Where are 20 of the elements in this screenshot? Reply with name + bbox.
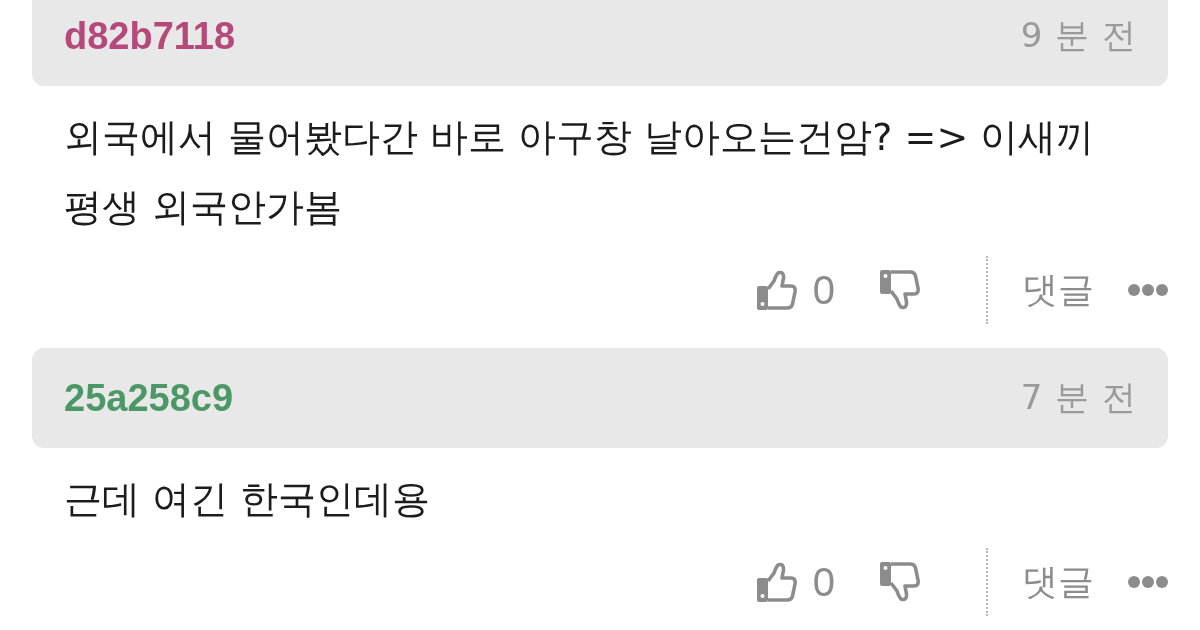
like-button[interactable]: 0 [756, 562, 835, 602]
dislike-button[interactable] [880, 562, 920, 602]
thumbs-down-icon [880, 270, 920, 310]
reply-button[interactable]: 댓글 [1022, 272, 1094, 308]
like-button[interactable]: 0 [756, 270, 835, 310]
thumbs-down-icon [880, 562, 920, 602]
username: d82b7118 [64, 14, 236, 58]
reply-button[interactable]: 댓글 [1022, 564, 1094, 600]
more-button[interactable] [1128, 576, 1168, 588]
username: 25a258c9 [64, 376, 234, 420]
thumbs-up-icon [756, 562, 797, 602]
more-button[interactable] [1128, 284, 1168, 296]
timestamp: 9 분 전 [1020, 14, 1137, 57]
more-icon [1128, 576, 1168, 588]
thumbs-up-icon [756, 270, 797, 310]
comment-text: 외국에서 물어봤다간 바로 아구창 날아오는건암? => 이새끼 평생 외국안가봄 [63, 114, 1096, 231]
timestamp: 7 분 전 [1020, 376, 1137, 419]
more-icon [1128, 284, 1168, 296]
comment-text: 근데 여긴 한국인데용 [63, 476, 432, 523]
dislike-button[interactable] [880, 270, 920, 310]
